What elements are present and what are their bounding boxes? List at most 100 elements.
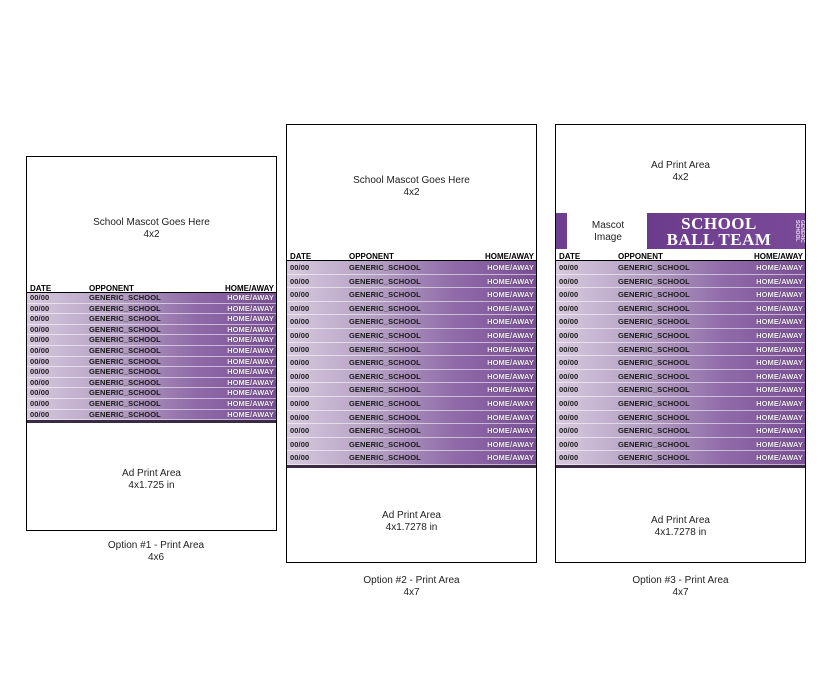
table-row: 00/00 GENERIC_SCHOOL HOME/AWAY xyxy=(27,356,276,368)
row-home-away: HOME/AWAY xyxy=(756,453,803,463)
table-bottom-rule xyxy=(556,464,805,468)
row-date: 00/00 xyxy=(30,293,50,302)
table-row: 00/00 GENERIC_SCHOOL HOME/AWAY xyxy=(27,367,276,378)
row-date: 00/00 xyxy=(30,377,50,387)
table-row: 00/00 GENERIC_SCHOOL HOME/AWAY xyxy=(556,274,805,289)
option2-layout: School Mascot Goes Here 4x2 DATE OPPONEN… xyxy=(286,124,537,563)
header-home-away: HOME/AWAY xyxy=(753,252,803,261)
mascot-image-placeholder: Mascot Image xyxy=(591,220,625,243)
banner-left-accent xyxy=(556,213,567,249)
table-row: 00/00 GENERIC_SCHOOL HOME/AWAY xyxy=(556,410,805,425)
row-home-away: HOME/AWAY xyxy=(227,388,274,398)
row-home-away: HOME/AWAY xyxy=(756,290,803,300)
row-date: 00/00 xyxy=(30,303,50,313)
row-opponent: GENERIC_SCHOOL xyxy=(349,276,421,286)
mascot-placeholder-size: 4x2 xyxy=(403,187,420,198)
row-home-away: HOME/AWAY xyxy=(487,426,534,436)
row-date: 00/00 xyxy=(290,358,310,368)
table-bottom-rule xyxy=(287,464,536,468)
row-home-away: HOME/AWAY xyxy=(227,335,274,345)
row-date: 00/00 xyxy=(290,426,310,436)
row-home-away: HOME/AWAY xyxy=(756,385,803,395)
mascot-placeholder-text: School Mascot Goes Here xyxy=(93,217,210,228)
row-home-away: HOME/AWAY xyxy=(227,409,274,419)
table-row: 00/00 GENERIC_SCHOOL HOME/AWAY xyxy=(287,437,536,452)
row-date: 00/00 xyxy=(290,290,310,300)
row-opponent: GENERIC_SCHOOL xyxy=(618,263,690,272)
table-row: 00/00 GENERIC_SCHOOL HOME/AWAY xyxy=(27,335,276,346)
table-row: 00/00 GENERIC_SCHOOL HOME/AWAY xyxy=(556,369,805,384)
row-opponent: GENERIC_SCHOOL xyxy=(618,358,690,368)
row-opponent: GENERIC_SCHOOL xyxy=(618,344,690,354)
row-date: 00/00 xyxy=(559,385,579,395)
header-home-away: HOME/AWAY xyxy=(484,252,534,261)
caption-title: Option #2 - Print Area xyxy=(363,575,460,586)
table-row: 00/00 GENERIC_SCHOOL HOME/AWAY xyxy=(287,383,536,397)
table-row: 00/00 GENERIC_SCHOOL HOME/AWAY xyxy=(27,293,276,304)
header-opponent: OPPONENT xyxy=(349,252,394,261)
ad-area-size: 4x1.7278 in xyxy=(654,527,707,538)
table-rows: 00/00 GENERIC_SCHOOL HOME/AWAY 00/00 GENERIC… xyxy=(287,261,536,465)
row-home-away: HOME/AWAY xyxy=(756,371,803,381)
row-home-away: HOME/AWAY xyxy=(487,290,534,300)
row-date: 00/00 xyxy=(30,335,50,345)
table-row: 00/00 GENERIC_SCHOOL HOME/AWAY xyxy=(556,261,805,275)
row-date: 00/00 xyxy=(559,426,579,436)
row-home-away: HOME/AWAY xyxy=(227,314,274,324)
row-home-away: HOME/AWAY xyxy=(487,398,534,408)
table-row: 00/00 GENERIC_SCHOOL HOME/AWAY xyxy=(287,301,536,316)
row-date: 00/00 xyxy=(290,412,310,422)
table-header: DATE OPPONENT HOME/AWAY xyxy=(556,252,805,261)
row-home-away: HOME/AWAY xyxy=(487,317,534,327)
table-row: 00/00 GENERIC_SCHOOL HOME/AWAY xyxy=(556,288,805,302)
table-row: 00/00 GENERIC_SCHOOL HOME/AWAY xyxy=(27,409,276,421)
caption-title: Option #1 - Print Area xyxy=(107,540,205,551)
row-home-away: HOME/AWAY xyxy=(487,263,534,272)
table-rows: 00/00 GENERIC_SCHOOL HOME/AWAY 00/00 GENERIC… xyxy=(27,293,276,421)
row-date: 00/00 xyxy=(559,412,579,422)
row-opponent: GENERIC_SCHOOL xyxy=(349,290,421,300)
row-date: 00/00 xyxy=(559,344,579,354)
row-opponent: GENERIC_SCHOOL xyxy=(349,303,421,313)
ad-area-size: 4x2 xyxy=(672,172,689,183)
row-home-away: HOME/AWAY xyxy=(487,330,534,340)
row-home-away: HOME/AWAY xyxy=(756,439,803,449)
table-rows: 00/00 GENERIC_SCHOOL HOME/AWAY 00/00 GENERIC… xyxy=(556,261,805,465)
schedule-table: DATE OPPONENT HOME/AWAY 00/00 GENERIC_SCH… xyxy=(27,284,276,424)
ad-area-label: Ad Print Area xyxy=(651,515,710,526)
row-opponent: GENERIC_SCHOOL xyxy=(618,453,690,463)
table-row: 00/00 GENERIC_SCHOOL HOME/AWAY xyxy=(287,451,536,465)
row-opponent: GENERIC_SCHOOL xyxy=(618,330,690,340)
table-row: 00/00 GENERIC_SCHOOL HOME/AWAY xyxy=(556,328,805,343)
table-row: 00/00 GENERIC_SCHOOL HOME/AWAY xyxy=(287,261,536,275)
row-opponent: GENERIC_SCHOOL xyxy=(89,409,161,419)
row-home-away: HOME/AWAY xyxy=(487,453,534,463)
row-date: 00/00 xyxy=(559,358,579,368)
row-date: 00/00 xyxy=(30,367,50,377)
caption-size: 4x7 xyxy=(403,587,420,598)
row-opponent: GENERIC_SCHOOL xyxy=(89,303,161,313)
row-opponent: GENERIC_SCHOOL xyxy=(89,324,161,334)
row-home-away: HOME/AWAY xyxy=(227,398,274,408)
table-row: 00/00 GENERIC_SCHOOL HOME/AWAY xyxy=(287,342,536,357)
row-home-away: HOME/AWAY xyxy=(227,293,274,302)
table-row: 00/00 GENERIC_SCHOOL HOME/AWAY xyxy=(287,356,536,370)
table-header: DATE OPPONENT HOME/AWAY xyxy=(27,284,276,293)
table-row: 00/00 GENERIC_SCHOOL HOME/AWAY xyxy=(287,410,536,425)
row-opponent: GENERIC_SCHOOL xyxy=(618,385,690,395)
option3-layout: Ad Print Area 4x2 Mascot Image SCHOOL BA… xyxy=(555,124,806,563)
row-date: 00/00 xyxy=(559,398,579,408)
table-row: 00/00 GENERIC_SCHOOL HOME/AWAY xyxy=(556,383,805,397)
row-opponent: GENERIC_SCHOOL xyxy=(89,293,161,302)
mascot-placeholder: School Mascot Goes Here 4x2 xyxy=(27,217,276,241)
table-row: 00/00 GENERIC_SCHOOL HOME/AWAY xyxy=(556,451,805,465)
table-row: 00/00 GENERIC_SCHOOL HOME/AWAY xyxy=(556,424,805,438)
row-date: 00/00 xyxy=(559,371,579,381)
row-date: 00/00 xyxy=(559,303,579,313)
row-home-away: HOME/AWAY xyxy=(227,303,274,313)
row-opponent: GENERIC_SCHOOL xyxy=(349,263,421,272)
header-opponent: OPPONENT xyxy=(618,252,663,261)
row-opponent: GENERIC_SCHOOL xyxy=(349,453,421,463)
row-home-away: HOME/AWAY xyxy=(756,303,803,313)
row-date: 00/00 xyxy=(290,453,310,463)
